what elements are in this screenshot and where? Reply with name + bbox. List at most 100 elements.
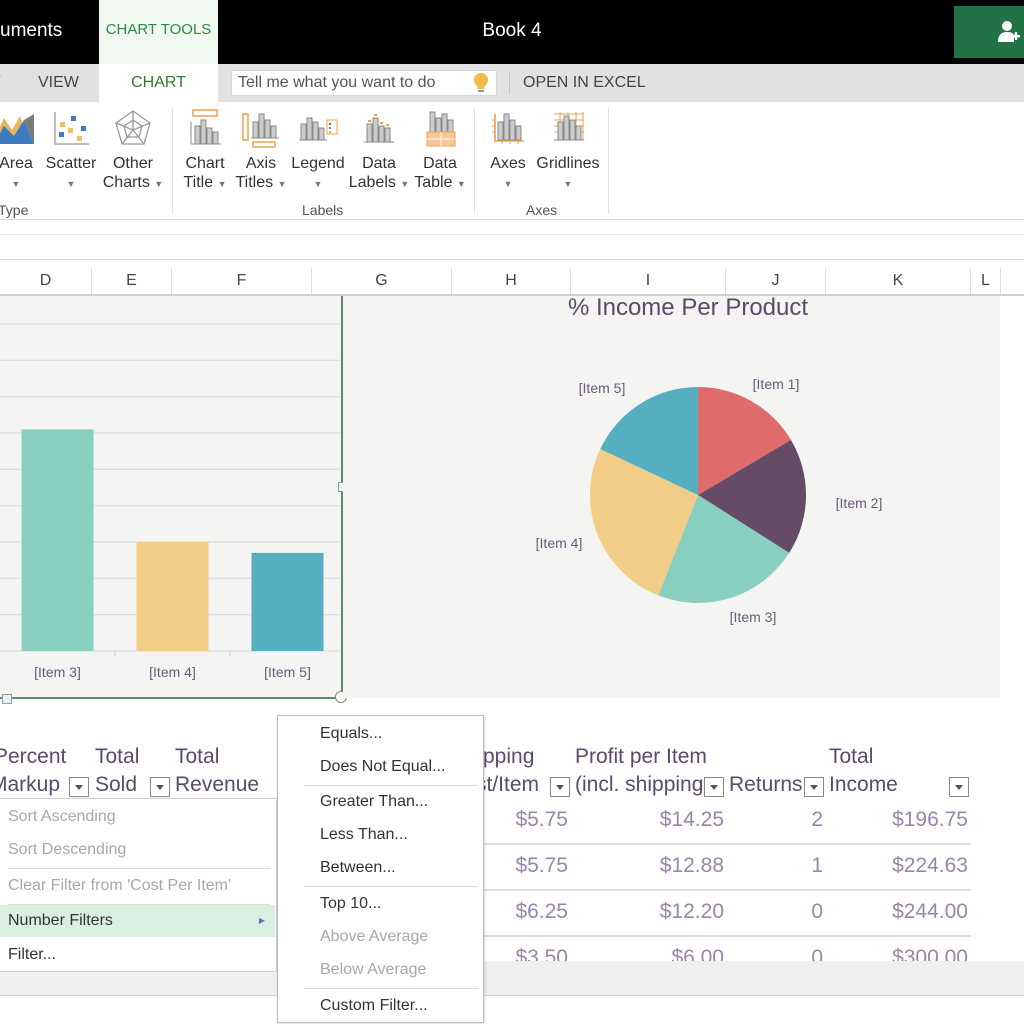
column-header-f[interactable]: F <box>172 268 312 294</box>
filter-dropdown-returns[interactable] <box>804 777 824 797</box>
lightbulb-icon <box>474 73 488 92</box>
cell-shipping[interactable]: $5.75 <box>483 854 568 878</box>
menu-separator <box>304 886 478 887</box>
pie-chart-plot: % Income Per Product [Item 1] [Item 2] [Ite… <box>536 294 883 625</box>
gridlines-icon <box>554 112 584 141</box>
cell-income[interactable]: $196.75 <box>840 808 968 832</box>
column-header-e[interactable]: E <box>92 268 172 294</box>
menu-item-number-filters[interactable]: Number Filters ▶ <box>0 905 275 937</box>
pie-chart-title[interactable]: % Income Per Product <box>568 294 808 321</box>
axis-titles-label: Axis <box>245 155 277 172</box>
submenu-item-equals[interactable]: Equals... <box>320 719 382 749</box>
column-header-l[interactable]: L <box>971 268 1001 294</box>
data-table-label-2: Table <box>414 174 453 191</box>
chart-title-button[interactable]: Chart Title ▼ <box>180 108 230 194</box>
dropdown-caret-icon: ▼ <box>154 179 164 189</box>
column-header-j[interactable]: J <box>726 268 826 294</box>
bar-5[interactable] <box>251 552 324 651</box>
filter-dropdown-shipping[interactable] <box>550 777 570 797</box>
scatter-chart-label: Scatter <box>45 155 97 172</box>
ribbon-group-separator <box>172 108 173 214</box>
cell-profit[interactable]: $12.20 <box>600 900 724 924</box>
data-labels-label: Data <box>362 155 396 172</box>
filter-dropdown-profit[interactable] <box>704 777 724 797</box>
menu-item-clear-filter[interactable]: Clear Filter from 'Cost Per Item' <box>0 870 275 902</box>
menu-item-filter[interactable]: Filter... <box>0 939 275 971</box>
submenu-item-above-average[interactable]: Above Average <box>320 922 428 952</box>
tell-me-search-input[interactable]: Tell me what you want to do <box>231 70 497 96</box>
header-returns: Returns <box>729 773 803 796</box>
dropdown-caret-icon: ▼ <box>503 179 513 189</box>
submenu-item-below-average[interactable]: Below Average <box>320 955 426 985</box>
row-divider <box>483 889 971 891</box>
pie-data-label: [Item 1] <box>753 376 800 392</box>
submenu-item-greater-than[interactable]: Greater Than... <box>320 787 428 817</box>
bar-4[interactable] <box>136 542 209 651</box>
cell-returns[interactable]: 0 <box>760 900 823 924</box>
filter-dropdown-total-income[interactable] <box>949 777 969 797</box>
share-button[interactable] <box>954 6 1024 58</box>
bar-3[interactable] <box>21 429 94 651</box>
scatter-chart-button[interactable]: Scatter ▼ <box>43 108 99 194</box>
scatter-chart-icon <box>54 112 89 145</box>
x-tick-label: [Item 5] <box>264 664 311 680</box>
menu-item-sort-ascending[interactable]: Sort Ascending <box>0 801 275 833</box>
column-header-d[interactable]: D <box>0 268 92 294</box>
column-header-k[interactable]: K <box>826 268 971 294</box>
dropdown-caret-icon: ▼ <box>456 179 466 189</box>
cell-income[interactable]: $224.63 <box>840 854 968 878</box>
chart-tools-context-tab: CHART TOOLS <box>99 0 218 64</box>
submenu-arrow-icon: ▶ <box>258 916 265 925</box>
dropdown-caret-icon: ▼ <box>66 179 76 189</box>
filter-dropdown-percent-markup[interactable] <box>69 777 89 797</box>
bar-chart[interactable]: [Item 3] [Item 4] [Item 5] <box>0 296 343 699</box>
gridlines-button[interactable]: Gridlines ▼ <box>536 108 600 194</box>
header-percent-markup-line1: Percent <box>0 745 67 768</box>
data-labels-button[interactable]: Data Labels ▼ <box>348 108 410 194</box>
document-title[interactable]: Book 4 <box>440 20 584 42</box>
dropdown-caret-icon: ▼ <box>313 179 323 189</box>
tab-chart[interactable]: CHART <box>99 64 218 102</box>
column-header-g[interactable]: G <box>312 268 452 294</box>
cell-profit[interactable]: $12.88 <box>600 854 724 878</box>
menu-item-sort-descending[interactable]: Sort Descending <box>0 834 275 866</box>
cell-income[interactable]: $244.00 <box>840 900 968 924</box>
cell-profit[interactable]: $14.25 <box>600 808 724 832</box>
axis-titles-button[interactable]: Axis Titles ▼ <box>234 108 288 194</box>
x-tick-label: [Item 4] <box>149 664 196 680</box>
chart-title-label-2: Title <box>183 174 214 191</box>
cell-returns[interactable]: 2 <box>760 808 823 832</box>
axes-button[interactable]: Axes ▼ <box>486 108 530 194</box>
cell-shipping[interactable]: $5.75 <box>483 808 568 832</box>
column-header-i[interactable]: I <box>571 268 726 294</box>
chart-resize-handle-bottom-left[interactable] <box>2 694 12 704</box>
header-total-sold-line2: Sold <box>95 773 138 796</box>
app-name[interactable]: uments <box>0 20 62 42</box>
submenu-item-custom-filter[interactable]: Custom Filter... <box>320 991 428 1021</box>
submenu-item-top-10[interactable]: Top 10... <box>320 889 381 919</box>
header-divider <box>0 798 280 799</box>
data-table-button[interactable]: Data Table ▼ <box>412 108 468 194</box>
area-chart-icon <box>0 114 34 144</box>
dropdown-caret-icon: ▼ <box>563 179 573 189</box>
filter-dropdown-total-sold[interactable] <box>150 777 170 797</box>
other-charts-button[interactable]: Other Charts ▼ <box>102 108 164 194</box>
cell-shipping[interactable]: $6.25 <box>483 900 568 924</box>
menu-separator <box>304 785 478 786</box>
ribbon-group-separator <box>474 108 475 214</box>
column-filter-menu: Sort Ascending Sort Descending Clear Fil… <box>0 800 277 972</box>
cell-returns[interactable]: 1 <box>760 854 823 878</box>
submenu-item-between[interactable]: Between... <box>320 853 396 883</box>
column-header-h[interactable]: H <box>452 268 571 294</box>
submenu-item-less-than[interactable]: Less Than... <box>320 820 408 850</box>
tab-view[interactable]: VIEW <box>38 64 79 102</box>
formula-bar-top-border <box>0 234 1024 235</box>
area-chart-button[interactable]: Area ▼ <box>0 108 38 194</box>
menu-separator <box>8 868 270 869</box>
legend-button[interactable]: Legend ▼ <box>290 108 346 194</box>
open-in-excel-button[interactable]: OPEN IN EXCEL <box>523 64 646 102</box>
axes-icon <box>492 113 524 144</box>
pie-chart[interactable]: % Income Per Product [Item 1] [Item 2] [Ite… <box>343 294 1000 698</box>
submenu-item-does-not-equal[interactable]: Does Not Equal... <box>320 752 445 782</box>
header-profit-line1: Profit per Item <box>575 745 707 768</box>
